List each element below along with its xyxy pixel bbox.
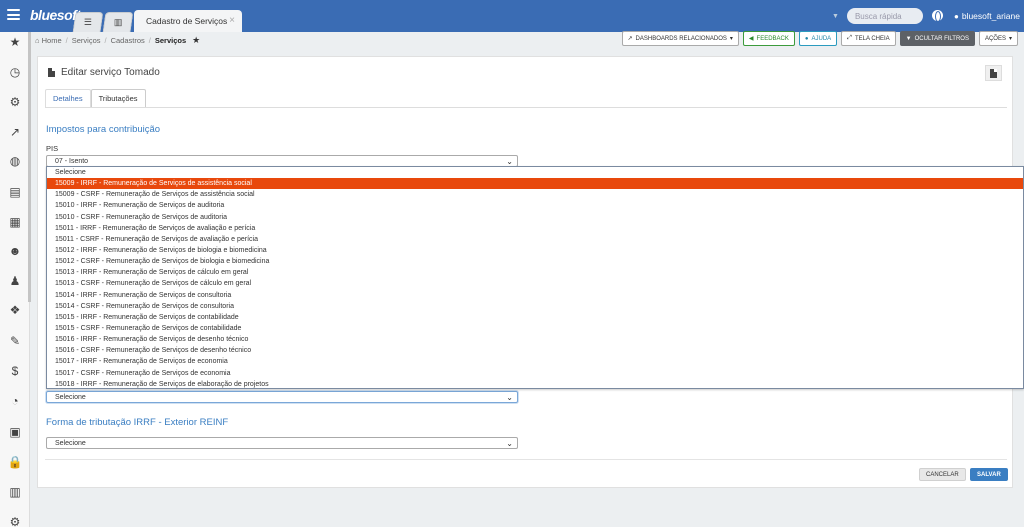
gauge-icon[interactable]: ◔	[0, 391, 30, 411]
breadcrumb-home[interactable]: Home	[42, 36, 62, 45]
clock-icon[interactable]: ◷	[0, 62, 30, 82]
tab-list-icon[interactable]: ☰	[72, 12, 104, 32]
hide-filters-button[interactable]: ▼ Ocultar filtros	[899, 31, 975, 46]
reinf-select[interactable]: Selecione ⌄	[46, 437, 518, 449]
dropdown-option[interactable]: 15017 - IRRF - Remuneração de Serviços d…	[47, 356, 1023, 367]
dropdown-option[interactable]: 15011 - CSRF - Remuneração de Serviços d…	[47, 234, 1023, 245]
document-icon	[48, 68, 55, 77]
page-title: Editar serviço Tomado	[48, 67, 160, 78]
chevron-down-icon: ⌄	[506, 439, 513, 448]
favorite-star-icon[interactable]: ★	[192, 35, 200, 46]
dropdown-option[interactable]: 15010 - CSRF - Remuneração de Serviços d…	[47, 212, 1023, 223]
sidebar: ★ ◷ ⚙ ↗ ◍ ▤ ▦ ☻ ♟ ❖ ✎ $ ◔ ▣ 🔒 ▥ ⚙	[0, 32, 30, 527]
tab-tributacoes[interactable]: Tributações	[90, 89, 146, 107]
lock-icon[interactable]: 🔒	[0, 452, 30, 472]
gear-icon[interactable]: ⚙	[0, 92, 30, 112]
top-bar: bluesoft ☰ ▥ Cadastro de Serviços × ▼ ● …	[0, 0, 1024, 32]
globe-icon[interactable]: ◍	[0, 151, 30, 171]
fullscreen-button[interactable]: ⤢ Tela cheia	[841, 31, 896, 46]
logo[interactable]: bluesoft	[30, 7, 81, 23]
menu-icon[interactable]	[7, 9, 20, 20]
question-icon: ●	[804, 35, 809, 42]
person-icon[interactable]: ♟	[0, 271, 30, 291]
dropdown-option[interactable]: 15016 - IRRF - Remuneração de Serviços d…	[47, 334, 1023, 345]
dashboards-button[interactable]: ↗ Dashboards relacionados ▾	[621, 31, 739, 46]
tab-detalhes[interactable]: Detalhes	[45, 89, 91, 107]
breadcrumb-servicos[interactable]: Serviços	[72, 36, 101, 45]
dropdown-option[interactable]: 15009 - CSRF - Remuneração de Serviços d…	[47, 189, 1023, 200]
breadcrumb-cadastros[interactable]: Cadastros	[111, 36, 145, 45]
user-menu[interactable]: ● bluesoft_ariane	[954, 11, 1020, 21]
dropdown-option[interactable]: 15013 - IRRF - Remuneração de Serviços d…	[47, 267, 1023, 278]
tab-strip: ☰ ▥ Cadastro de Serviços ×	[72, 8, 242, 32]
dropdown-option[interactable]: 15011 - IRRF - Remuneração de Serviços d…	[47, 223, 1023, 234]
tab-title: Cadastro de Serviços	[146, 16, 228, 26]
dropdown-option[interactable]: 15009 - IRRF - Remuneração de Serviços d…	[47, 178, 1023, 190]
briefcase-icon[interactable]: ▤	[0, 182, 30, 202]
search-area: ▼	[832, 8, 923, 24]
dropdown-option[interactable]: 15012 - CSRF - Remuneração de Serviços d…	[47, 256, 1023, 267]
section-reinf: Forma de tributação IRRF - Exterior REIN…	[46, 417, 229, 428]
chart-icon: ↗	[627, 36, 633, 42]
megaphone-icon: ◀	[748, 36, 754, 42]
tab-chart-icon[interactable]: ▥	[102, 12, 134, 32]
caret-down-icon: ▾	[729, 36, 733, 42]
toolbar: ↗ Dashboards relacionados ▾ ◀ Feedback ● Aju…	[621, 31, 1018, 46]
caret-down-icon: ▾	[1008, 36, 1012, 42]
search-input[interactable]	[846, 8, 923, 24]
wrench-icon[interactable]: ✎	[0, 331, 30, 351]
dollar-icon[interactable]: $	[0, 361, 30, 381]
close-icon[interactable]: ×	[229, 15, 235, 26]
chevron-down-icon: ⌄	[506, 157, 513, 166]
user-name: bluesoft_ariane	[961, 11, 1020, 21]
dropdown-option[interactable]: 15018 - IRRF - Remuneração de Serviços d…	[47, 379, 1023, 390]
actions-button[interactable]: Ações ▾	[978, 31, 1018, 46]
tax-code-select[interactable]: Selecione ⌄	[46, 391, 518, 403]
dropdown-option[interactable]: 15012 - IRRF - Remuneração de Serviços d…	[47, 245, 1023, 256]
document-button[interactable]	[985, 65, 1002, 81]
cubes-icon[interactable]: ❖	[0, 300, 30, 320]
chart-icon[interactable]: ↗	[0, 122, 30, 142]
dropdown-option[interactable]: 15010 - IRRF - Remuneração de Serviços d…	[47, 200, 1023, 211]
dropdown-option[interactable]: 15016 - CSRF - Remuneração de Serviços d…	[47, 345, 1023, 356]
dropdown-option[interactable]: 15015 - CSRF - Remuneração de Serviços d…	[47, 323, 1023, 334]
globe-icon[interactable]	[932, 10, 943, 22]
cancel-button[interactable]: Cancelar	[919, 468, 966, 481]
home-icon[interactable]: ⌂	[35, 36, 42, 45]
chevron-down-icon: ⌄	[506, 393, 513, 402]
expand-icon: ⤢	[847, 35, 852, 41]
tax-code-dropdown-list[interactable]: Selecione 15009 - IRRF - Remuneração de S…	[46, 166, 1024, 389]
chevron-down-icon[interactable]: ▼	[832, 13, 839, 20]
form-tabs: Detalhes Tributações	[45, 89, 146, 107]
help-button[interactable]: ● Ajuda	[798, 31, 838, 46]
tab-cadastro-servicos[interactable]: Cadastro de Serviços ×	[134, 10, 242, 32]
sidebar-scrollbar[interactable]	[28, 32, 31, 302]
dropdown-option[interactable]: 15014 - IRRF - Remuneração de Serviços d…	[47, 290, 1023, 301]
cogs-icon[interactable]: ⚙	[0, 512, 30, 527]
user-icon: ●	[954, 11, 959, 21]
dropdown-option[interactable]: 15015 - IRRF - Remuneração de Serviços d…	[47, 312, 1023, 323]
breadcrumb-current: Serviços	[154, 35, 187, 45]
money-icon[interactable]: ▣	[0, 422, 30, 442]
dropdown-option-placeholder[interactable]: Selecione	[47, 167, 1023, 178]
calculator-icon[interactable]: ▦	[0, 212, 30, 232]
pis-label: PIS	[46, 144, 59, 153]
section-impostos: Impostos para contribuição	[46, 124, 161, 135]
star-icon[interactable]: ★	[0, 32, 30, 52]
dropdown-option[interactable]: 15017 - CSRF - Remuneração de Serviços d…	[47, 368, 1023, 379]
feedback-button[interactable]: ◀ Feedback	[742, 31, 795, 46]
save-button[interactable]: Salvar	[970, 468, 1008, 481]
dropdown-option[interactable]: 15014 - CSRF - Remuneração de Serviços d…	[47, 301, 1023, 312]
document-icon	[990, 68, 997, 78]
dropdown-option[interactable]: 15013 - CSRF - Remuneração de Serviços d…	[47, 278, 1023, 289]
users-icon[interactable]: ☻	[0, 241, 30, 261]
filter-icon: ▼	[905, 35, 912, 42]
building-icon[interactable]: ▥	[0, 482, 30, 502]
